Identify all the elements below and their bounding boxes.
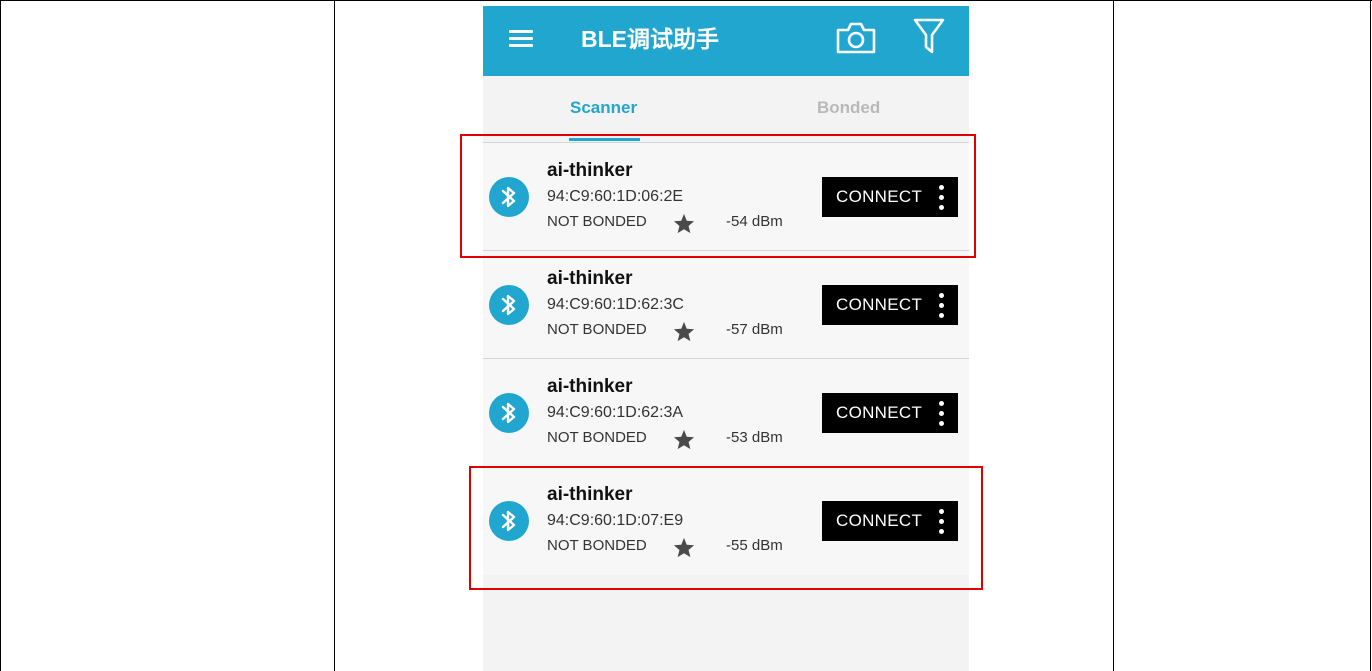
table-border-left bbox=[0, 0, 1, 671]
more-options-icon[interactable] bbox=[939, 293, 945, 319]
camera-icon[interactable] bbox=[835, 21, 877, 60]
filter-icon[interactable] bbox=[913, 16, 945, 61]
device-list-item[interactable]: ai-thinker 94:C9:60:1D:62:3A NOT BONDED … bbox=[483, 358, 969, 467]
favorite-star-icon[interactable] bbox=[673, 429, 695, 455]
device-address: 94:C9:60:1D:62:3C bbox=[547, 296, 684, 313]
favorite-star-icon[interactable] bbox=[673, 321, 695, 347]
device-list-item[interactable]: ai-thinker 94:C9:60:1D:62:3C NOT BONDED … bbox=[483, 250, 969, 359]
device-name: ai-thinker bbox=[547, 268, 633, 289]
bond-status: NOT BONDED bbox=[547, 321, 647, 338]
bluetooth-icon bbox=[489, 285, 529, 325]
table-column-divider-left bbox=[334, 0, 335, 671]
tab-scanner[interactable]: Scanner bbox=[570, 98, 637, 118]
device-address: 94:C9:60:1D:62:3A bbox=[547, 404, 684, 421]
tab-bonded[interactable]: Bonded bbox=[817, 98, 880, 118]
rssi-value: -57 dBm bbox=[726, 321, 783, 338]
connect-button-label: CONNECT bbox=[836, 403, 923, 422]
app-bar: BLE调试助手 bbox=[483, 6, 969, 76]
connect-button-label: CONNECT bbox=[836, 295, 923, 314]
connect-button[interactable]: CONNECT bbox=[822, 393, 958, 433]
rssi-value: -53 dBm bbox=[726, 429, 783, 446]
bond-status: NOT BONDED bbox=[547, 429, 647, 446]
connect-button[interactable]: CONNECT bbox=[822, 285, 958, 325]
highlight-box bbox=[469, 466, 983, 590]
more-options-icon[interactable] bbox=[939, 401, 945, 427]
table-border-right bbox=[1370, 0, 1371, 671]
table-column-divider-right bbox=[1113, 0, 1114, 671]
device-name: ai-thinker bbox=[547, 376, 633, 397]
highlight-box bbox=[460, 134, 976, 258]
table-border-top bbox=[0, 0, 1372, 1]
bluetooth-icon bbox=[489, 393, 529, 433]
tab-bar: Scanner Bonded bbox=[483, 76, 969, 142]
app-title: BLE调试助手 bbox=[581, 26, 719, 52]
menu-icon[interactable] bbox=[509, 30, 533, 48]
